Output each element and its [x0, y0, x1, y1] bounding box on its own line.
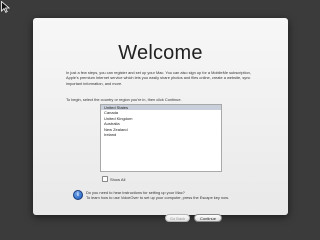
voiceover-help-icon: i: [73, 190, 83, 200]
show-all-checkbox[interactable]: [102, 176, 108, 182]
country-list[interactable]: United States Canada United Kingdom Aust…: [100, 104, 222, 172]
help-line-2: To learn how to use VoiceOver to set up …: [86, 195, 229, 200]
country-item-ireland[interactable]: Ireland: [101, 132, 221, 137]
continue-button[interactable]: Continue: [194, 214, 222, 222]
arrow-cursor-icon: [1, 1, 11, 13]
setup-assistant-window: Welcome In just a few steps, you can reg…: [33, 18, 288, 222]
show-all-label: Show All: [110, 176, 126, 182]
country-prompt: To begin, select the country or region y…: [66, 97, 182, 102]
page-title: Welcome: [118, 42, 203, 64]
show-all-option[interactable]: Show All: [102, 176, 125, 182]
intro-text: In just a few steps, you can register an…: [66, 70, 251, 86]
voiceover-help-text: Do you need to hear instructions for set…: [86, 190, 271, 200]
go-back-button[interactable]: Go Back: [165, 214, 190, 222]
desktop: Welcome In just a few steps, you can reg…: [0, 0, 320, 240]
